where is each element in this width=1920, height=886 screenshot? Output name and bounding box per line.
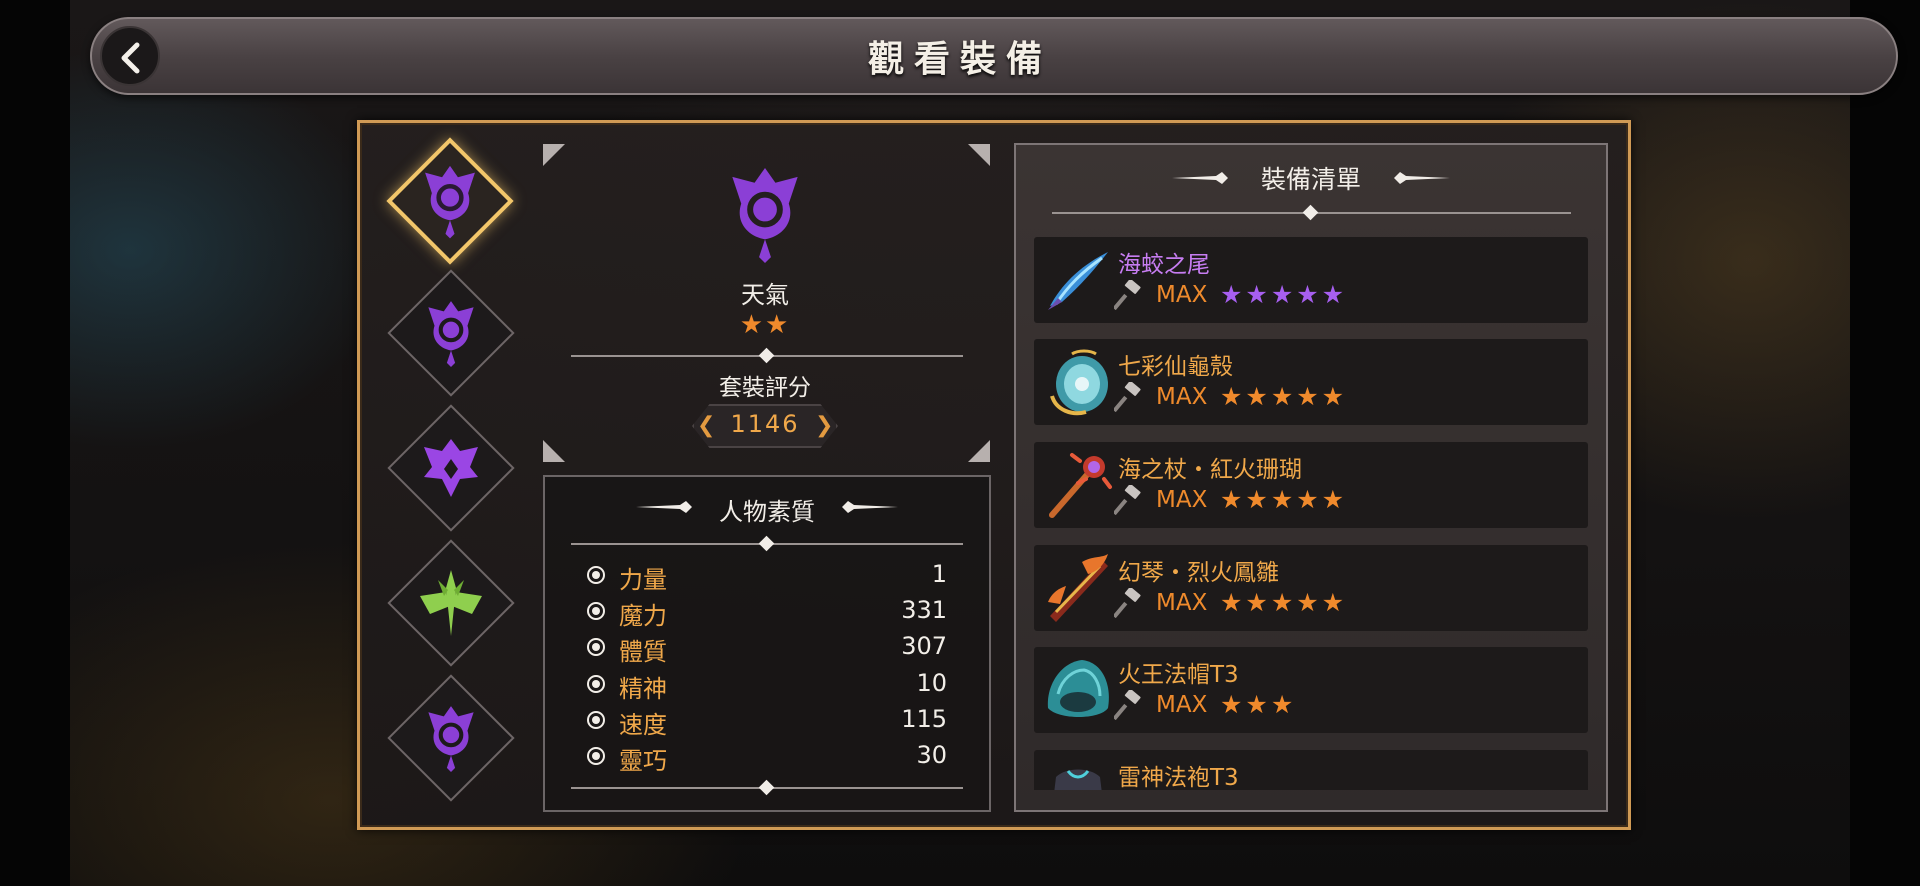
attribute-value: 10 xyxy=(916,669,947,697)
green-leaf-cross-icon xyxy=(420,570,482,636)
purple-crest-icon xyxy=(732,167,798,264)
attribute-value: 115 xyxy=(901,705,947,733)
equipment-name: 幻琴・烈火鳳雛 xyxy=(1118,560,1279,586)
attribute-name: 速度 xyxy=(619,711,667,739)
purple-crest-icon xyxy=(428,301,474,367)
equipment-name: 海蛟之尾 xyxy=(1118,252,1210,278)
hammer-icon xyxy=(1114,690,1141,720)
attribute-name: 力量 xyxy=(619,566,667,594)
page-title: 觀看裝備 xyxy=(867,39,1052,80)
set-star-rating: ★★ xyxy=(739,310,791,340)
equipment-item[interactable]: 雷神法袍T3 xyxy=(1034,750,1588,790)
equipment-item[interactable]: 海蛟之尾 MAX ★★★★★ xyxy=(1034,237,1588,323)
coral-staff-icon xyxy=(1049,453,1112,518)
bullet-icon xyxy=(587,566,605,584)
enhance-level: MAX xyxy=(1156,487,1208,513)
hammer-icon xyxy=(1114,588,1141,618)
set-name: 天氣 xyxy=(741,281,789,309)
attributes-title: 人物素質 xyxy=(719,498,815,526)
set-score-value: 1146 xyxy=(730,410,800,438)
equipment-item[interactable]: 火王法帽T3 MAX ★★★ xyxy=(1034,647,1588,733)
back-button[interactable] xyxy=(100,26,160,86)
enhance-level: MAX xyxy=(1156,692,1208,718)
right-letterbox xyxy=(1850,0,1920,886)
attribute-name: 精神 xyxy=(619,675,667,703)
bullet-icon xyxy=(587,638,605,656)
attribute-row: 力量 1 xyxy=(587,560,947,594)
hammer-icon xyxy=(1114,485,1141,515)
purple-wing-crest-icon xyxy=(424,439,478,497)
attribute-value: 331 xyxy=(901,596,947,624)
enhance-level: MAX xyxy=(1156,384,1208,410)
enhance-level: MAX xyxy=(1156,590,1208,616)
attribute-row: 體質 307 xyxy=(587,632,947,666)
shell-shield-icon xyxy=(1050,349,1108,416)
corner-ornament xyxy=(968,144,990,166)
bullet-icon xyxy=(587,602,605,620)
attribute-name: 魔力 xyxy=(619,602,667,630)
equipment-item[interactable]: 七彩仙龜殼 MAX ★★★★★ xyxy=(1034,339,1588,425)
equipment-star-rating: ★★★★★ xyxy=(1220,588,1348,617)
bullet-icon xyxy=(587,747,605,765)
attribute-value: 30 xyxy=(916,741,947,769)
dark-robe-icon xyxy=(1054,769,1102,790)
purple-crest-icon xyxy=(428,706,474,772)
corner-ornament xyxy=(968,440,990,462)
corner-ornament xyxy=(543,144,565,166)
set-emblem xyxy=(720,162,810,270)
attribute-value: 1 xyxy=(931,560,947,588)
equipment-item[interactable]: 海之杖・紅火珊瑚 MAX ★★★★★ xyxy=(1034,442,1588,528)
equipment-list-title: 裝備清單 xyxy=(1260,165,1361,194)
hammer-icon xyxy=(1114,280,1141,310)
equipment-name: 火王法帽T3 xyxy=(1118,662,1239,688)
corner-ornament xyxy=(543,440,565,462)
equipment-star-rating: ★★★★★ xyxy=(1220,382,1348,411)
teal-hat-icon xyxy=(1047,660,1109,717)
left-letterbox xyxy=(0,0,70,886)
equipment-star-rating: ★★★ xyxy=(1220,690,1297,719)
attribute-row: 靈巧 30 xyxy=(587,741,947,775)
fire-harp-icon xyxy=(1048,554,1108,622)
hammer-icon xyxy=(1114,382,1141,412)
attribute-row: 魔力 331 xyxy=(587,596,947,630)
attribute-row: 精神 10 xyxy=(587,669,947,703)
equipment-name: 雷神法袍T3 xyxy=(1118,765,1239,790)
equipment-name: 海之杖・紅火珊瑚 xyxy=(1118,457,1302,483)
set-score-label: 套裝評分 xyxy=(719,375,811,401)
attribute-name: 體質 xyxy=(619,638,667,666)
equipment-item[interactable]: 幻琴・烈火鳳雛 MAX ★★★★★ xyxy=(1034,545,1588,631)
attribute-name: 靈巧 xyxy=(619,747,667,775)
equipment-name: 七彩仙龜殼 xyxy=(1118,354,1233,380)
blue-blade-icon xyxy=(1048,252,1108,310)
bullet-icon xyxy=(587,711,605,729)
equipment-list[interactable]: 海蛟之尾 MAX ★★★★★ 七彩仙龜殼 MAX ★★★★★ 海之杖・紅火珊瑚 … xyxy=(1034,237,1588,790)
attribute-row: 速度 115 xyxy=(587,705,947,739)
attribute-value: 307 xyxy=(901,632,947,660)
purple-crest-icon xyxy=(425,165,475,239)
equipment-star-rating: ★★★★★ xyxy=(1220,280,1348,309)
equipment-star-rating: ★★★★★ xyxy=(1220,485,1348,514)
chevron-left-icon xyxy=(121,42,140,74)
bullet-icon xyxy=(587,675,605,693)
enhance-level: MAX xyxy=(1156,282,1208,308)
